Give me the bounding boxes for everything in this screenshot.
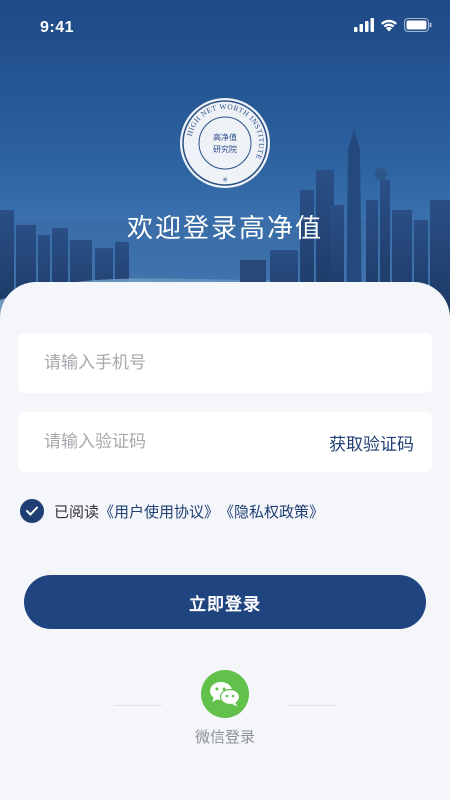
divider-right [288,705,336,706]
wechat-login-button[interactable] [201,670,249,718]
status-bar: 9:41 [0,0,450,56]
get-code-button[interactable]: 获取验证码 [329,430,414,455]
agreement-prefix: 已阅读 [54,502,100,521]
battery-icon [404,18,432,32]
wechat-login-label: 微信登录 [194,728,255,746]
status-icons [354,18,432,32]
user-agreement-link[interactable]: 《用户使用协议》 [99,501,219,522]
check-icon [26,506,38,516]
signal-icon [354,18,374,32]
status-time: 9:41 [40,19,75,36]
welcome-title: 欢迎登录高净值 [126,214,323,244]
wifi-icon [381,19,397,32]
privacy-policy-link[interactable]: 《隐私权政策》 [219,501,324,522]
svg-text:研究院: 研究院 [213,144,237,154]
svg-text:高净值: 高净值 [213,132,237,142]
code-field[interactable]: 获取验证码 [18,412,432,472]
divider-left [114,705,162,706]
phone-field[interactable] [18,333,432,393]
login-button[interactable]: 立即登录 [24,575,426,629]
verification-code-input[interactable] [42,431,329,453]
svg-text:✳: ✳ [222,176,228,184]
agreement-checkbox[interactable] [20,499,44,523]
hero-banner: 9:41 HIGH NET WORTH INSTITUTE 高净值 研究院 ✳ … [0,0,450,330]
agreement-row: 已阅读 《用户使用协议》 《隐私权政策》 [20,499,324,523]
wechat-icon [210,682,241,707]
phone-input[interactable] [42,352,414,374]
institute-seal-icon: HIGH NET WORTH INSTITUTE 高净值 研究院 ✳ [180,98,270,188]
